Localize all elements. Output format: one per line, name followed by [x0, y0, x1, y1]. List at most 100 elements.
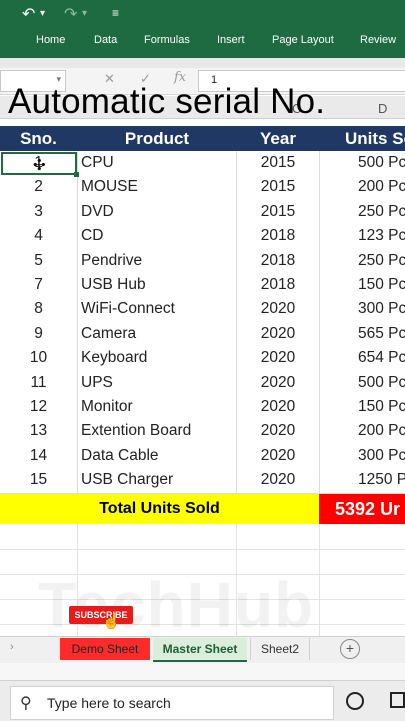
year-cell[interactable]: 2020: [238, 297, 318, 321]
year-cell[interactable]: 2020: [238, 322, 318, 346]
add-sheet-icon[interactable]: +: [340, 639, 360, 659]
sno-cell[interactable]: 13: [0, 419, 77, 443]
redo-dropdown-icon[interactable]: ▾: [82, 8, 87, 19]
table-row[interactable]: 15USB Charger2020 1250 Pc: [0, 468, 405, 494]
customize-toolbar-icon[interactable]: ≡: [112, 6, 119, 20]
cortana-icon[interactable]: [346, 692, 364, 710]
header-sno[interactable]: Sno.: [0, 126, 77, 151]
tab-data[interactable]: Data: [94, 34, 117, 46]
units-cell[interactable]: 300 Pc: [358, 297, 405, 321]
sno-cell[interactable]: 7: [0, 273, 77, 297]
total-value[interactable]: 5392 Ur: [319, 494, 405, 524]
year-cell[interactable]: 2020: [238, 444, 318, 468]
sno-cell[interactable]: 4: [0, 224, 77, 248]
table-row[interactable]: 7 USB Hub 2018 150 Pc: [0, 273, 405, 299]
units-cell[interactable]: 150 Pc: [358, 273, 405, 297]
selected-cell[interactable]: ✣: [1, 152, 79, 177]
year-cell[interactable]: 2020: [238, 371, 318, 395]
product-cell[interactable]: USB Charger: [81, 468, 236, 492]
table-row[interactable]: 8 WiFi-Connect 2020 300 Pc: [0, 297, 405, 323]
sno-cell[interactable]: 9: [0, 322, 77, 346]
sno-cell[interactable]: 8: [0, 297, 77, 321]
product-cell[interactable]: WiFi-Connect: [81, 297, 236, 321]
product-cell[interactable]: DVD: [81, 200, 236, 224]
product-cell[interactable]: UPS: [81, 371, 236, 395]
year-cell[interactable]: 2018: [238, 249, 318, 273]
tab-review[interactable]: Review: [360, 34, 396, 46]
units-cell[interactable]: 200 Pc: [358, 419, 405, 443]
sheet-tab-sheet2[interactable]: Sheet2: [250, 638, 310, 660]
year-cell[interactable]: 2018: [238, 224, 318, 248]
sheet-tab-demo[interactable]: Demo Sheet: [60, 638, 150, 660]
year-cell[interactable]: 2018: [238, 273, 318, 297]
sno-cell[interactable]: 10: [0, 346, 77, 370]
year-cell[interactable]: 2015: [238, 151, 318, 175]
table-row[interactable]: 2 MOUSE 2015 200 Pc: [0, 175, 405, 201]
sno-cell[interactable]: 12: [0, 395, 77, 419]
product-cell[interactable]: Keyboard: [81, 346, 236, 370]
sheet-tab-master[interactable]: Master Sheet: [153, 638, 247, 662]
tab-home[interactable]: Home: [36, 34, 65, 46]
units-cell[interactable]: 300 Pc: [358, 444, 405, 468]
total-label[interactable]: Total Units Sold: [0, 494, 319, 524]
units-cell[interactable]: 565 Pc: [358, 322, 405, 346]
year-cell[interactable]: 2020: [238, 395, 318, 419]
table-row[interactable]: 11 UPS 2020 500 Pc: [0, 370, 405, 396]
tab-insert[interactable]: Insert: [217, 34, 245, 46]
table-row[interactable]: 5 Pendrive 2018 250 Pc: [0, 248, 405, 274]
units-cell[interactable]: 123 Pc: [358, 224, 405, 248]
redo-icon[interactable]: ↷: [64, 4, 77, 24]
table-row[interactable]: 13 Extention Board 2020 200 Pc: [0, 419, 405, 445]
table-row[interactable]: 10 Keyboard 2020 654 Pc: [0, 346, 405, 372]
sheet-scroll-icon[interactable]: ›: [10, 641, 14, 653]
units-cell[interactable]: 250 Pc: [358, 249, 405, 273]
year-cell[interactable]: 2015: [238, 200, 318, 224]
fill-handle[interactable]: [74, 172, 79, 177]
product-cell[interactable]: Camera: [81, 322, 236, 346]
units-cell[interactable]: 150 Pc: [358, 395, 405, 419]
watermark: TechHub: [38, 569, 315, 641]
undo-icon[interactable]: ↶: [22, 4, 35, 24]
table-row[interactable]: 14 Data Cable 2020 300 Pc: [0, 443, 405, 470]
units-cell[interactable]: 500 Pc: [358, 151, 405, 175]
product-cell[interactable]: CD: [81, 224, 236, 248]
sno-cell[interactable]: 3: [0, 200, 77, 224]
search-placeholder: Type here to search: [47, 695, 171, 711]
gridline: [236, 151, 237, 493]
product-cell[interactable]: USB Hub: [81, 273, 236, 297]
undo-dropdown-icon[interactable]: ▾: [40, 8, 45, 19]
subscribe-button[interactable]: SUBSCRIBE: [69, 606, 133, 624]
sno-cell[interactable]: 5: [0, 249, 77, 273]
header-units[interactable]: Units So: [335, 126, 405, 151]
year-cell[interactable]: 2020: [238, 468, 318, 492]
column-letter-d[interactable]: D: [378, 101, 387, 116]
table-row[interactable]: 12 Monitor 2020 150 Pc: [0, 395, 405, 421]
units-cell[interactable]: 1250 Pc: [358, 468, 405, 492]
table-row[interactable]: 4 CD 2018 123 Pc: [0, 224, 405, 250]
table-row[interactable]: 3 DVD 2015 250 Pc: [0, 199, 405, 226]
year-cell[interactable]: 2020: [238, 346, 318, 370]
gridline: [0, 549, 405, 550]
product-cell[interactable]: Data Cable: [81, 444, 236, 468]
product-cell[interactable]: MOUSE: [81, 175, 236, 199]
product-cell[interactable]: Pendrive: [81, 249, 236, 273]
units-cell[interactable]: 200 Pc: [358, 175, 405, 199]
header-year[interactable]: Year: [238, 126, 318, 151]
units-cell[interactable]: 250 Pc: [358, 200, 405, 224]
sno-cell[interactable]: 15: [0, 468, 77, 492]
year-cell[interactable]: 2020: [238, 419, 318, 443]
product-cell[interactable]: Monitor: [81, 395, 236, 419]
product-cell[interactable]: CPU: [81, 151, 236, 175]
product-cell[interactable]: Extention Board: [81, 419, 236, 443]
units-cell[interactable]: 654 Pc: [358, 346, 405, 370]
table-row[interactable]: 9 Camera 2020 565 Pc: [0, 321, 405, 348]
sno-cell[interactable]: 2: [0, 175, 77, 199]
year-cell[interactable]: 2015: [238, 175, 318, 199]
units-cell[interactable]: 500 Pc: [358, 371, 405, 395]
tab-page-layout[interactable]: Page Layout: [272, 34, 334, 46]
sno-cell[interactable]: 14: [0, 444, 77, 468]
sno-cell[interactable]: 11: [0, 371, 77, 395]
tab-formulas[interactable]: Formulas: [144, 34, 190, 46]
task-view-icon[interactable]: [390, 692, 405, 708]
header-product[interactable]: Product: [78, 126, 236, 151]
